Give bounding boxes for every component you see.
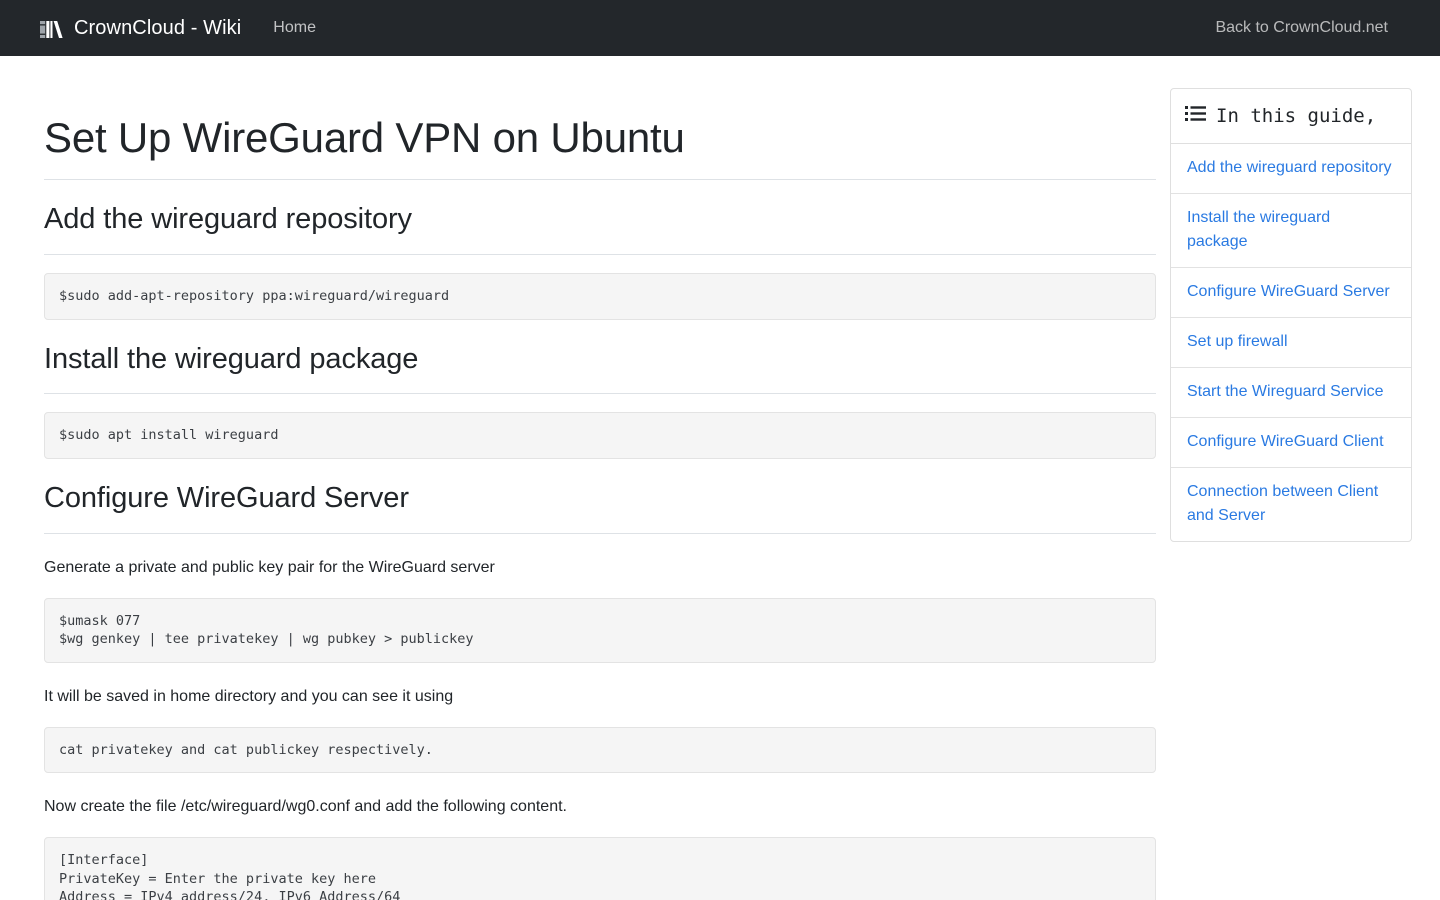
brand-link[interactable]: CrownCloud - Wiki xyxy=(40,17,241,40)
page-body: Set Up WireGuard VPN on Ubuntu Add the w… xyxy=(0,56,1440,900)
section-heading: Configure WireGuard Server xyxy=(44,481,409,514)
code-block[interactable]: $sudo add-apt-repository ppa:wireguard/w… xyxy=(44,273,1156,320)
toc-item-configure-server[interactable]: Configure WireGuard Server xyxy=(1171,268,1411,318)
section-install-package: Install the wireguard package $sudo apt … xyxy=(44,342,1156,459)
toc-item-set-up-firewall[interactable]: Set up firewall xyxy=(1171,318,1411,368)
paragraph: Now create the file /etc/wireguard/wg0.c… xyxy=(44,798,567,816)
page-title: Set Up WireGuard VPN on Ubuntu xyxy=(44,114,685,161)
toc-header: In this guide, xyxy=(1171,89,1411,144)
section-heading: Install the wireguard package xyxy=(44,342,419,375)
article-content: Set Up WireGuard VPN on Ubuntu Add the w… xyxy=(30,56,1170,900)
nav-links: Home xyxy=(273,19,316,37)
toc-item-start-service[interactable]: Start the Wireguard Service xyxy=(1171,368,1411,418)
code-block[interactable]: cat privatekey and cat publickey respect… xyxy=(44,726,1156,774)
code-block[interactable]: [Interface] PrivateKey = Enter the priva… xyxy=(44,837,1156,900)
toc-title: In this guide, xyxy=(1216,104,1377,127)
books-icon xyxy=(40,18,65,39)
code-block[interactable]: $sudo apt install wireguard xyxy=(44,412,1156,459)
section-divider xyxy=(44,532,1156,534)
list-ul-icon xyxy=(1185,105,1206,127)
toc-item-connection-client-server[interactable]: Connection between Client and Server xyxy=(1171,468,1411,541)
code-block[interactable]: $umask 077 $wg genkey | tee privatekey |… xyxy=(44,597,1156,663)
toc-item-add-repo[interactable]: Add the wireguard repository xyxy=(1171,144,1411,194)
nav-right: Back to CrownCloud.net xyxy=(1215,19,1388,37)
section-add-repo: Add the wireguard repository $sudo add-a… xyxy=(44,202,1156,320)
toc-sidebar: In this guide, Add the wireguard reposit… xyxy=(1170,56,1440,542)
title-divider xyxy=(44,179,1156,181)
section-divider xyxy=(44,254,1156,256)
brand-label: CrownCloud - Wiki xyxy=(74,16,242,39)
toc-item-configure-client[interactable]: Configure WireGuard Client xyxy=(1171,418,1411,468)
section-heading: Add the wireguard repository xyxy=(44,203,412,236)
top-navbar: CrownCloud - Wiki Home Back to CrownClou… xyxy=(0,0,1440,56)
paragraph: Generate a private and public key pair f… xyxy=(44,558,495,576)
toc-item-install-package[interactable]: Install the wireguard package xyxy=(1171,194,1411,268)
section-divider xyxy=(44,393,1156,395)
section-configure-server: Configure WireGuard Server Generate a pr… xyxy=(44,481,1156,900)
nav-item-home[interactable]: Home xyxy=(273,19,316,37)
paragraph: It will be saved in home directory and y… xyxy=(44,687,454,705)
back-to-site-link[interactable]: Back to CrownCloud.net xyxy=(1215,19,1388,36)
toc-panel: In this guide, Add the wireguard reposit… xyxy=(1170,88,1412,542)
